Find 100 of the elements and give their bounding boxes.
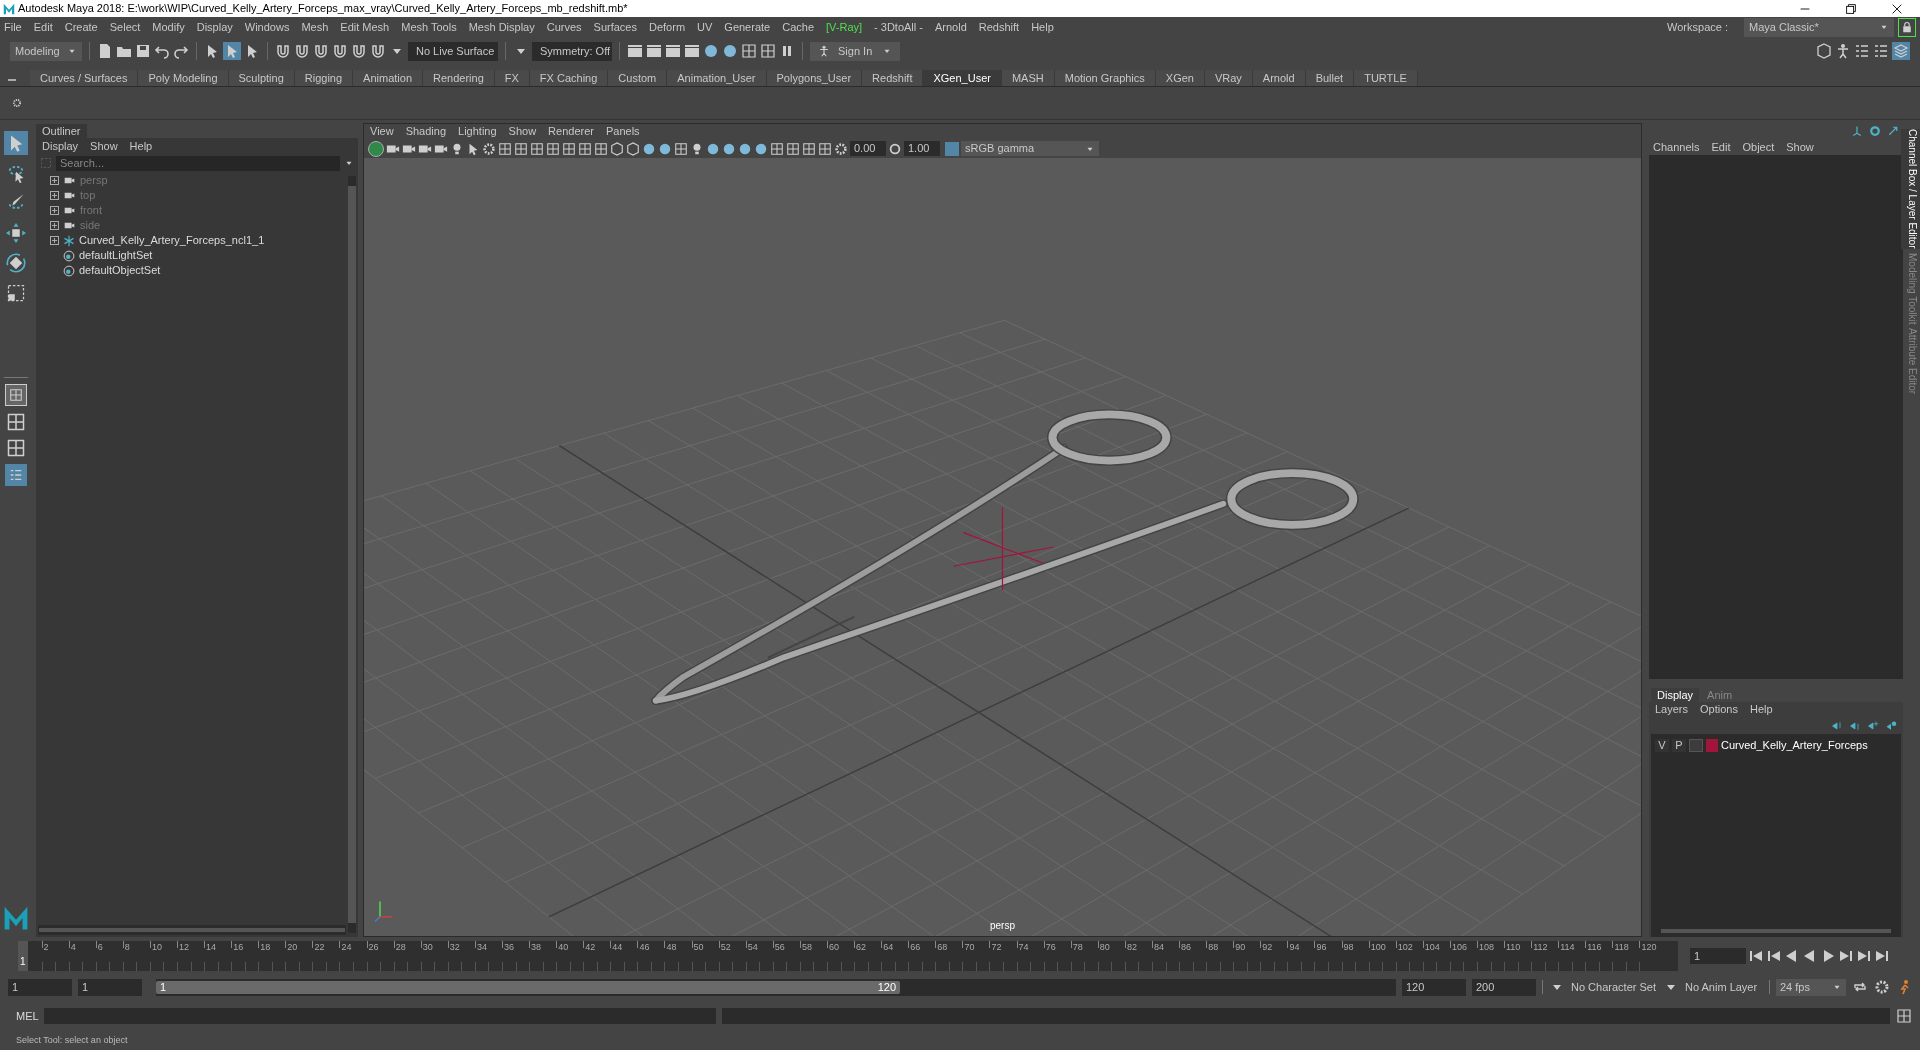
step-back-key-icon[interactable] bbox=[1766, 948, 1782, 964]
expand-icon[interactable] bbox=[50, 236, 59, 245]
anim-layer-dropdown[interactable]: No Anim Layer bbox=[1685, 978, 1763, 996]
shelf-tab[interactable]: Polygons_User bbox=[766, 70, 863, 86]
menu-item[interactable]: Arnold bbox=[935, 18, 967, 36]
menu-item[interactable]: Options bbox=[1700, 701, 1738, 718]
cube-icon[interactable] bbox=[626, 141, 640, 156]
expand-icon[interactable] bbox=[50, 191, 59, 200]
menu-item[interactable]: Cache bbox=[782, 18, 814, 36]
side-panel-tab[interactable]: Channel Box / Layer Editor bbox=[1901, 129, 1920, 249]
menu-item[interactable]: Show bbox=[508, 123, 537, 140]
vertical-scrollbar[interactable] bbox=[348, 176, 356, 933]
end-frame-field[interactable]: 200 bbox=[1472, 978, 1536, 996]
menu-item[interactable]: Redshift bbox=[978, 18, 1020, 36]
shelf-tab[interactable]: Animation_User bbox=[667, 70, 767, 86]
shelf-tab[interactable]: Bullet bbox=[1305, 70, 1355, 86]
script-language-label[interactable]: MEL bbox=[8, 1007, 38, 1025]
undo-icon[interactable] bbox=[154, 43, 170, 59]
reference-toggle[interactable] bbox=[1689, 738, 1703, 752]
shelf-tab[interactable]: FX Caching bbox=[529, 70, 609, 86]
move-layer-up-icon[interactable] bbox=[1831, 719, 1843, 732]
render-clapboard-icon[interactable] bbox=[646, 43, 662, 59]
shelf-tab[interactable]: Rigging bbox=[294, 70, 354, 86]
grid-icon[interactable] bbox=[578, 141, 592, 156]
grid-icon[interactable] bbox=[818, 141, 832, 156]
save-icon[interactable] bbox=[135, 43, 151, 59]
grid-icon[interactable] bbox=[674, 141, 688, 156]
shelf-tab[interactable]: Arnold bbox=[1252, 70, 1306, 86]
single-view-icon[interactable] bbox=[5, 384, 27, 406]
render-clapboard-icon[interactable] bbox=[665, 43, 681, 59]
render-grid-icon[interactable] bbox=[741, 43, 757, 59]
exposure-field[interactable]: 0.00 bbox=[850, 141, 886, 156]
gear-icon[interactable] bbox=[482, 141, 496, 156]
playback-toggle[interactable]: P bbox=[1672, 738, 1686, 752]
move-tool-icon[interactable] bbox=[4, 221, 28, 245]
shelf-tab[interactable]: Curves / Surfaces bbox=[30, 70, 139, 86]
shelf-tab[interactable]: Poly Modeling bbox=[138, 70, 229, 86]
workspace-dropdown[interactable]: Maya Classic* bbox=[1744, 17, 1894, 37]
menu-item[interactable]: Show bbox=[90, 137, 118, 155]
menu-item[interactable]: Generate bbox=[724, 18, 771, 36]
menu-item[interactable]: UV bbox=[697, 18, 713, 36]
outliner-layout-icon[interactable] bbox=[5, 464, 27, 486]
menu-item[interactable]: Lighting bbox=[458, 123, 497, 140]
time-slider-playhead[interactable] bbox=[18, 941, 28, 971]
exposure-icon[interactable] bbox=[834, 141, 848, 156]
playback-start-field[interactable]: 1 bbox=[78, 978, 142, 996]
menu-item[interactable]: Help bbox=[1749, 701, 1773, 718]
grid-icon[interactable] bbox=[514, 141, 528, 156]
grid-icon[interactable] bbox=[562, 141, 576, 156]
shelf-tab[interactable]: Redshift bbox=[862, 70, 924, 86]
cube-icon[interactable] bbox=[1816, 43, 1832, 59]
menu-item[interactable]: Help bbox=[129, 137, 153, 155]
symmetry-field[interactable]: Symmetry: Off bbox=[532, 41, 612, 61]
new-file-icon[interactable] bbox=[97, 43, 113, 59]
menu-item[interactable]: Show bbox=[1786, 138, 1814, 156]
menu-item[interactable]: Mesh Display bbox=[468, 18, 535, 36]
menu-item[interactable]: [V-Ray] bbox=[826, 18, 863, 36]
outliner-row[interactable]: defaultLightSet bbox=[36, 248, 348, 263]
color-management-icon[interactable] bbox=[945, 141, 959, 156]
sphere-icon[interactable] bbox=[738, 141, 752, 156]
menu-item[interactable]: Surfaces bbox=[593, 18, 637, 36]
live-surface-field[interactable]: No Live Surface bbox=[408, 41, 498, 61]
menu-item[interactable]: View bbox=[370, 123, 394, 140]
forceps-drawing[interactable] bbox=[651, 409, 1359, 706]
shelf-tab[interactable]: Rendering bbox=[423, 70, 495, 86]
command-input-field[interactable] bbox=[44, 1008, 716, 1024]
menu-item[interactable]: Select bbox=[109, 18, 141, 36]
menu-item[interactable]: File bbox=[4, 18, 22, 36]
four-view-icon[interactable] bbox=[6, 412, 26, 432]
fps-dropdown[interactable]: 24 fps bbox=[1776, 978, 1846, 996]
snap-point-icon[interactable] bbox=[313, 43, 329, 59]
camera-select-icon[interactable] bbox=[368, 140, 384, 157]
gamma-icon[interactable] bbox=[888, 141, 902, 156]
sphere-icon[interactable] bbox=[722, 141, 736, 156]
list-icon[interactable] bbox=[1873, 43, 1889, 59]
menu-item[interactable]: Edit bbox=[1711, 138, 1731, 156]
snap-grid-icon[interactable] bbox=[275, 43, 291, 59]
render-clapboard-icon[interactable] bbox=[684, 43, 700, 59]
layer-editor-tab[interactable]: Display bbox=[1651, 688, 1700, 702]
menu-item[interactable]: Edit Mesh bbox=[340, 18, 390, 36]
outliner-tab[interactable]: Outliner bbox=[36, 124, 87, 138]
sphere-icon[interactable] bbox=[642, 141, 656, 156]
menu-item[interactable]: Object bbox=[1742, 138, 1775, 156]
menu-item[interactable]: Channels bbox=[1653, 138, 1700, 156]
grid-icon[interactable] bbox=[770, 141, 784, 156]
render-grid-icon[interactable] bbox=[760, 43, 776, 59]
shelf-tab[interactable]: Motion Graphics bbox=[1054, 70, 1156, 86]
refresh-icon[interactable] bbox=[1869, 125, 1881, 137]
visibility-toggle[interactable]: V bbox=[1655, 738, 1669, 752]
gamma-field[interactable]: 1.00 bbox=[904, 141, 940, 156]
script-editor-icon[interactable] bbox=[1896, 1008, 1912, 1024]
menu-item[interactable]: Mesh bbox=[301, 18, 329, 36]
menu-item[interactable]: Renderer bbox=[548, 123, 594, 140]
color-space-dropdown[interactable]: sRGB gamma bbox=[961, 141, 1099, 156]
layer-color-swatch[interactable] bbox=[1706, 738, 1718, 752]
shelf-tab[interactable]: TURTLE bbox=[1354, 70, 1418, 86]
menu-item[interactable]: Curves bbox=[546, 18, 582, 36]
menu-item[interactable]: Help bbox=[1031, 18, 1054, 36]
list-icon[interactable] bbox=[1854, 43, 1870, 59]
grid-icon[interactable] bbox=[802, 141, 816, 156]
